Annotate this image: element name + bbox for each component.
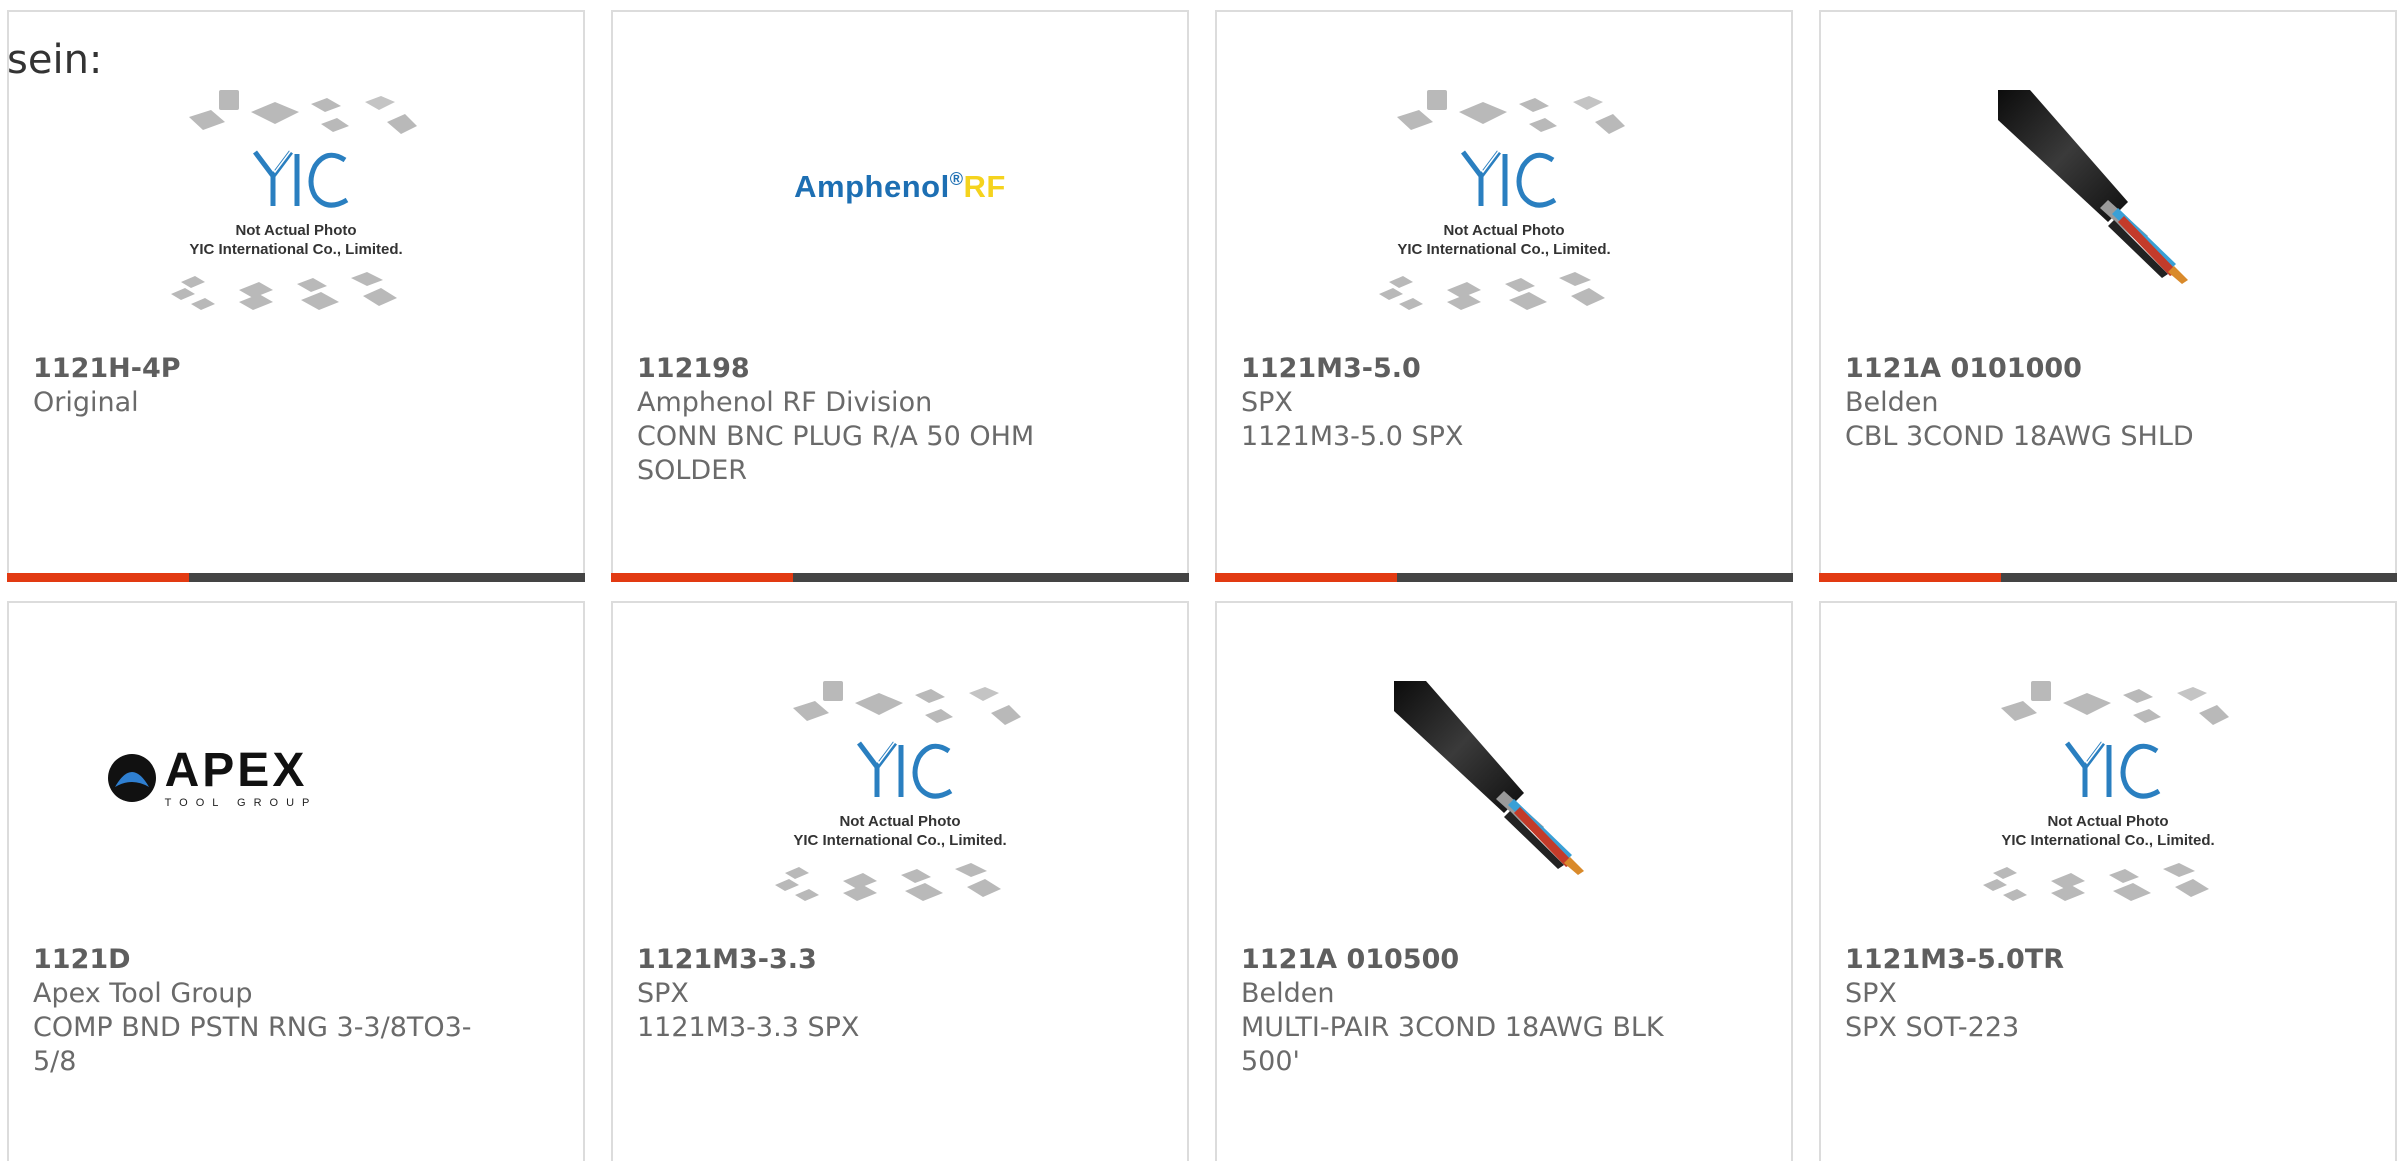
product-info: 1121D Apex Tool Group COMP BND PSTN RNG 3-…: [33, 943, 473, 1079]
placeholder-line-2: YIC International Co., Limited.: [2001, 832, 2214, 849]
product-info: 1121M3-5.0TR SPX SPX SOT-223: [1845, 943, 2285, 1045]
placeholder-line-2: YIC International Co., Limited.: [793, 832, 1006, 849]
card-accent-bar: [7, 573, 585, 582]
placeholder-line-2: YIC International Co., Limited.: [189, 241, 402, 258]
part-number-link[interactable]: 1121A 0101000: [1845, 352, 2285, 386]
manufacturer-name: Apex Tool Group: [33, 978, 253, 1009]
product-info: 1121A 0101000 Belden CBL 3COND 18AWG SHLD: [1845, 352, 2285, 454]
placeholder-line-1: Not Actual Photo: [839, 813, 960, 830]
product-description: COMP BND PSTN RNG 3-3/8TO3-: [33, 1012, 472, 1043]
product-info: 1121M3-3.3 SPX 1121M3-3.3 SPX: [637, 943, 1077, 1045]
product-card[interactable]: Not Actual Photo YIC International Co., …: [1819, 601, 2397, 1161]
manufacturer-name: Belden: [1845, 387, 1939, 418]
product-image[interactable]: Not Actual Photo YIC International Co., …: [613, 653, 1187, 953]
product-description-cont: SOLDER: [637, 455, 748, 486]
chip-placeholder-image: Not Actual Photo YIC International Co., …: [1983, 681, 2229, 901]
product-card[interactable]: 1121A 010500 Belden MULTI-PAIR 3COND 18AWG…: [1215, 601, 1793, 1161]
product-description: SPX SOT-223: [1845, 1012, 2020, 1043]
part-number-link[interactable]: 1121A 010500: [1241, 943, 1681, 977]
manufacturer-name: SPX: [1241, 387, 1293, 418]
manufacturer-name: Original: [33, 387, 139, 418]
product-card[interactable]: Not Actual Photo YIC International Co., …: [611, 601, 1189, 1161]
card-accent-bar: [1819, 573, 2397, 582]
chip-placeholder-image: Not Actual Photo YIC International Co., …: [775, 681, 1021, 901]
yic-logo: [2065, 738, 2161, 799]
product-card[interactable]: Not Actual Photo YIC International Co., …: [7, 10, 585, 582]
apex-tool-group-logo: APEX TOOL GROUP: [105, 747, 318, 809]
chip-placeholder-image: Not Actual Photo YIC International Co., …: [1379, 90, 1625, 310]
product-info: 1121H-4P Original: [33, 352, 473, 420]
product-image[interactable]: Not Actual Photo YIC International Co., …: [1217, 62, 1791, 362]
product-info: 1121A 010500 Belden MULTI-PAIR 3COND 18AWG…: [1241, 943, 1681, 1079]
product-description: CONN BNC PLUG R/A 50 OHM: [637, 421, 1035, 452]
placeholder-line-1: Not Actual Photo: [1443, 222, 1564, 239]
yic-logo: [857, 738, 953, 799]
part-number-link[interactable]: 1121M3-5.0TR: [1845, 943, 2285, 977]
part-number-link[interactable]: 1121M3-5.0: [1241, 352, 1681, 386]
product-description: CBL 3COND 18AWG SHLD: [1845, 421, 2194, 452]
manufacturer-name: Belden: [1241, 978, 1335, 1009]
yic-logo: [253, 147, 349, 208]
apex-emblem-icon: [107, 754, 156, 802]
product-info: 112198 Amphenol RF Division CONN BNC PLUG …: [637, 352, 1077, 488]
placeholder-line-1: Not Actual Photo: [235, 222, 356, 239]
product-image[interactable]: Not Actual Photo YIC International Co., …: [9, 62, 583, 362]
product-description: 1121M3-3.3 SPX: [637, 1012, 860, 1043]
product-image[interactable]: Amphenol®RF: [613, 72, 1187, 302]
part-number-link[interactable]: 112198: [637, 352, 1077, 386]
placeholder-line-2: YIC International Co., Limited.: [1397, 241, 1610, 258]
amphenol-rf-logo: Amphenol®RF: [794, 169, 1006, 204]
card-accent-bar: [1215, 573, 1793, 582]
product-description-cont: 500': [1241, 1046, 1300, 1077]
part-number-link[interactable]: 1121M3-3.3: [637, 943, 1077, 977]
product-grid-page: sein: Not Actual Photo YIC International…: [0, 0, 2400, 1161]
manufacturer-name: Amphenol RF Division: [637, 387, 933, 418]
manufacturer-name: SPX: [1845, 978, 1897, 1009]
product-card[interactable]: 1121A 0101000 Belden CBL 3COND 18AWG SHLD: [1819, 10, 2397, 582]
product-description-cont: 5/8: [33, 1046, 77, 1077]
product-description: MULTI-PAIR 3COND 18AWG BLK: [1241, 1012, 1664, 1043]
product-image[interactable]: APEX TOOL GROUP: [0, 663, 583, 893]
part-number-link[interactable]: 1121H-4P: [33, 352, 473, 386]
intro-text: sein:: [7, 37, 103, 83]
cable-image: [1394, 681, 1584, 875]
chip-placeholder-image: Not Actual Photo YIC International Co., …: [171, 90, 417, 310]
product-image[interactable]: [1821, 70, 2395, 310]
product-card[interactable]: Amphenol®RF 112198 Amphenol RF Division CO…: [611, 10, 1189, 582]
placeholder-line-1: Not Actual Photo: [2047, 813, 2168, 830]
product-card[interactable]: APEX TOOL GROUP 1121D Apex Tool Group COMP…: [7, 601, 585, 1161]
product-description: 1121M3-5.0 SPX: [1241, 421, 1464, 452]
product-image[interactable]: Not Actual Photo YIC International Co., …: [1821, 653, 2395, 953]
card-accent-bar: [611, 573, 1189, 582]
yic-logo: [1461, 147, 1557, 208]
product-image[interactable]: [1217, 661, 1791, 901]
product-info: 1121M3-5.0 SPX 1121M3-5.0 SPX: [1241, 352, 1681, 454]
part-number-link[interactable]: 1121D: [33, 943, 473, 977]
cable-image: [1998, 90, 2188, 284]
manufacturer-name: SPX: [637, 978, 689, 1009]
product-card[interactable]: Not Actual Photo YIC International Co., …: [1215, 10, 1793, 582]
